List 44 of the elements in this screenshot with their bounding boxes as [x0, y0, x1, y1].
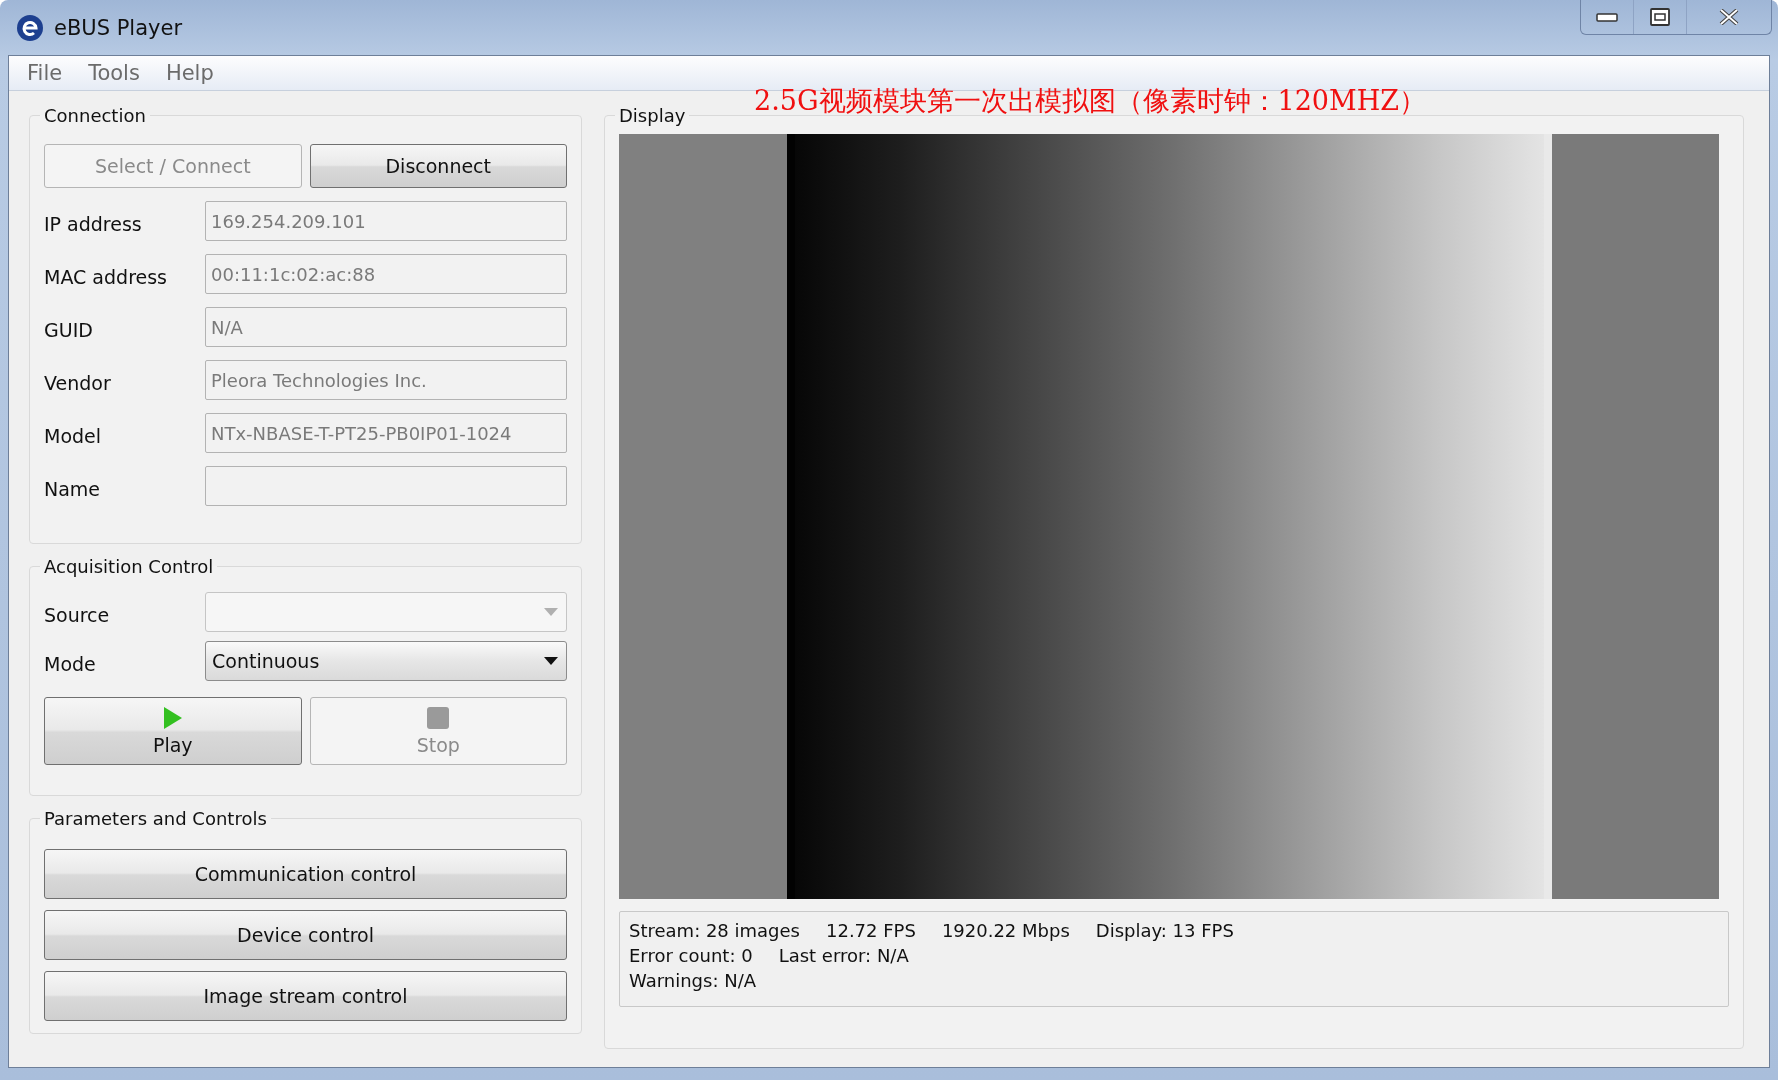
control-button[interactable]: Image stream control	[44, 971, 567, 1021]
dropdown-arrow-icon	[544, 608, 558, 616]
close-icon[interactable]	[1719, 9, 1739, 25]
group-title: Acquisition Control	[44, 556, 214, 577]
status-text: Stream: 28 images	[629, 920, 800, 941]
field-label: Vendor	[44, 371, 112, 394]
mode-dropdown[interactable]: Continuous	[205, 641, 567, 681]
group-title: Connection	[44, 105, 146, 126]
input-field[interactable]	[205, 466, 567, 506]
field-label: IP address	[44, 212, 143, 235]
status-text: 12.72 FPS	[826, 920, 916, 941]
app-icon	[16, 13, 44, 42]
window-title: eBUS Player	[54, 15, 183, 40]
control-button[interactable]: Device control	[44, 910, 567, 960]
field-label: GUID	[44, 318, 94, 341]
minimize-icon[interactable]	[1596, 12, 1618, 22]
group-title: Parameters and Controls	[44, 808, 267, 829]
status-text: 1920.22 Mbps	[941, 920, 1070, 941]
maximize-icon[interactable]	[1650, 8, 1670, 26]
play-icon	[162, 706, 183, 730]
field-label: Mode	[44, 652, 97, 675]
input-field[interactable]: 169.254.209.101	[205, 201, 567, 241]
menu-item[interactable]: Tools	[88, 61, 140, 85]
input-field[interactable]: N/A	[205, 307, 567, 347]
disconnect-button[interactable]: Disconnect	[309, 144, 567, 188]
field-label: MAC address	[44, 265, 168, 288]
stop-icon	[426, 706, 451, 730]
status-text: Error count: 0	[629, 945, 753, 966]
annotation-text: 2.5G视频模块第一次出模拟图（像素时钟：120MHZ）	[754, 84, 1426, 118]
status-text: Display: 13 FPS	[1095, 920, 1234, 941]
play-button[interactable]: Play	[44, 697, 302, 765]
status-text: Warnings: N/A	[629, 970, 756, 991]
group-title: Display	[619, 105, 686, 126]
input-field[interactable]: NTx-NBASE-T-PT25-PB0IP01-1024	[205, 413, 567, 453]
field-label: Source	[44, 603, 111, 626]
input-field[interactable]: Pleora Technologies Inc.	[205, 360, 567, 400]
menu-item[interactable]: Help	[165, 61, 214, 85]
field-label: Model	[44, 424, 103, 447]
menu-item[interactable]: File	[27, 61, 63, 85]
input-field[interactable]: 00:11:1c:02:ac:88	[205, 254, 567, 294]
field-label: Name	[44, 477, 102, 500]
control-button[interactable]: Communication control	[44, 849, 567, 899]
status-text: Last error: N/A	[778, 945, 909, 966]
dropdown-arrow-icon	[544, 657, 558, 665]
